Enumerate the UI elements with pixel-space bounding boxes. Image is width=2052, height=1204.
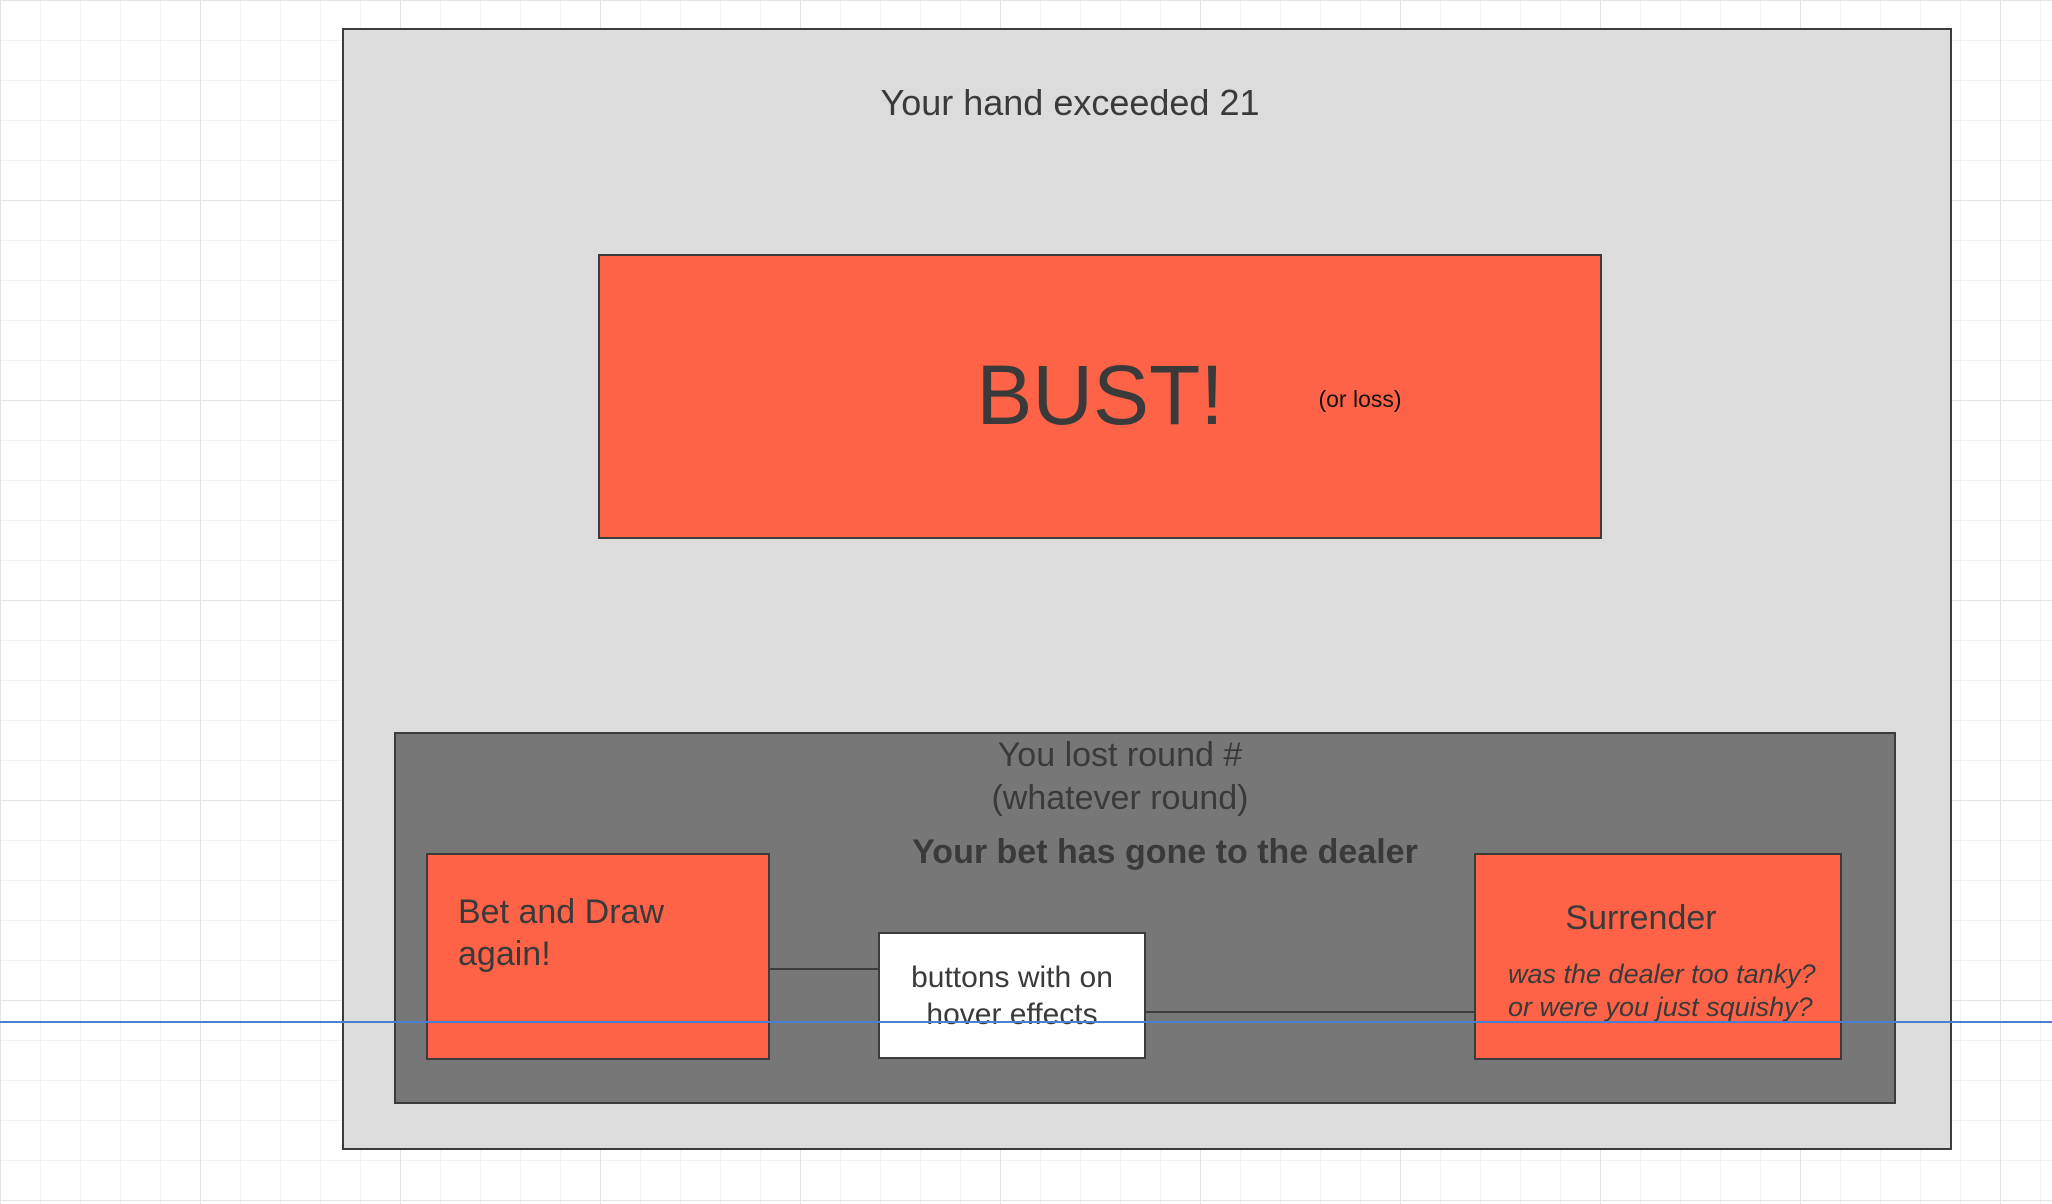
surrender-label: Surrender xyxy=(1565,899,1717,937)
bust-title: BUST! xyxy=(976,348,1224,442)
bet-and-draw-again-button[interactable]: Bet and Draw again! xyxy=(426,853,770,1060)
bet-lost-message: Your bet has gone to the dealer xyxy=(912,833,1418,871)
surrender-button[interactable]: Surrender was the dealer too tanky? or w… xyxy=(1474,853,1842,1060)
hand-exceeded-heading: Your hand exceeded 21 xyxy=(880,82,1260,123)
note-connector-right xyxy=(1146,1011,1474,1013)
guide-line xyxy=(0,1021,2052,1023)
lost-round-line: You lost round # xyxy=(997,736,1243,774)
hover-effects-note: buttons with on hover effects xyxy=(878,932,1146,1059)
bet-and-draw-again-label: Bet and Draw again! xyxy=(458,893,664,973)
surrender-hint: was the dealer too tanky? or were you ju… xyxy=(1508,959,1816,1022)
lost-round-number-line: (whatever round) xyxy=(991,779,1249,817)
bust-subtitle: (or loss) xyxy=(1318,386,1402,412)
note-connector-left xyxy=(770,968,878,970)
